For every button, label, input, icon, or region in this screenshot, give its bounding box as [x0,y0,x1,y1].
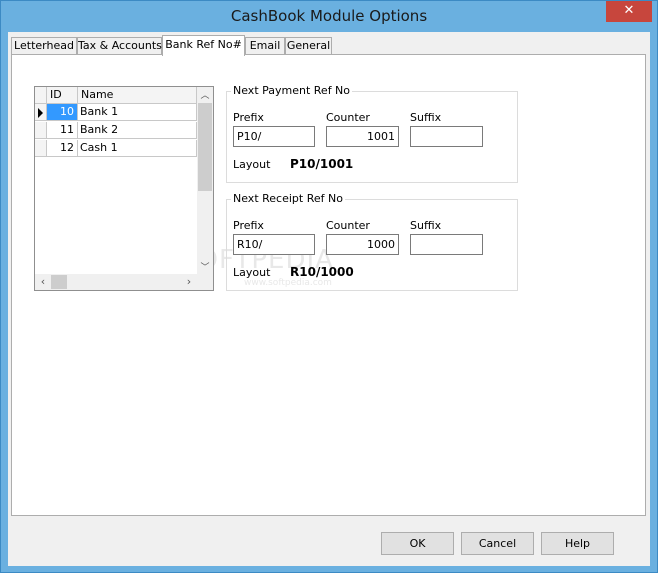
bank-ref-panel: SOFTPEDIA www.softpedia.com ID Name 10 B… [11,54,646,516]
receipt-ref-title: Next Receipt Ref No [231,192,345,205]
row-indicator [35,104,47,121]
cancel-button[interactable]: Cancel [461,532,534,555]
grid-corner [35,87,47,104]
current-row-arrow-icon [38,108,43,118]
horizontal-scrollbar[interactable]: ‹ › [35,274,213,290]
payment-prefix-label: Prefix [233,111,264,124]
payment-counter-input[interactable]: 1001 [326,126,399,147]
table-row[interactable]: 10 Bank 1 [35,104,197,122]
payment-suffix-input[interactable] [410,126,483,147]
scroll-left-icon[interactable]: ‹ [35,275,51,288]
close-button[interactable]: ✕ [606,1,652,22]
vertical-scrollbar[interactable]: ︿ ﹀ [197,87,213,274]
horizontal-scroll-thumb[interactable] [51,275,67,289]
grid-header: ID Name [35,87,197,105]
scroll-down-icon[interactable]: ﹀ [197,260,213,273]
tab-bank-ref-no[interactable]: Bank Ref No# [162,35,245,56]
payment-counter-label: Counter [326,111,370,124]
receipt-layout-label: Layout [233,266,271,279]
receipt-layout-value: R10/1000 [290,265,354,279]
receipt-counter-input[interactable]: 1000 [326,234,399,255]
table-row[interactable]: 12 Cash 1 [35,140,197,158]
cell-id[interactable]: 10 [47,104,78,121]
vertical-scroll-thumb[interactable] [198,103,212,191]
ok-button[interactable]: OK [381,532,454,555]
payment-layout-value: P10/1001 [290,157,354,171]
receipt-counter-label: Counter [326,219,370,232]
column-header-id[interactable]: ID [47,87,78,104]
window-title: CashBook Module Options [230,7,428,25]
tab-email[interactable]: Email [245,37,285,54]
scroll-up-icon[interactable]: ︿ [197,88,213,101]
payment-suffix-label: Suffix [410,111,442,124]
column-header-name[interactable]: Name [78,87,197,104]
scroll-right-icon[interactable]: › [181,275,197,288]
payment-layout-label: Layout [233,158,271,171]
receipt-suffix-input[interactable] [410,234,483,255]
cell-id[interactable]: 12 [47,140,78,157]
row-indicator [35,140,47,157]
tab-general[interactable]: General [285,37,332,54]
receipt-prefix-input[interactable]: R10/ [233,234,315,255]
bank-grid[interactable]: ID Name 10 Bank 1 11 Bank 2 12 Cash 1 ︿ … [34,86,214,291]
cell-name[interactable]: Bank 1 [78,104,197,121]
table-row[interactable]: 11 Bank 2 [35,122,197,140]
cell-name[interactable]: Cash 1 [78,140,197,157]
cell-id[interactable]: 11 [47,122,78,139]
options-window: CashBook Module Options ✕ Letterhead Tax… [0,0,658,573]
payment-ref-group: Next Payment Ref No Prefix Counter Suffi… [226,84,518,183]
tab-letterhead[interactable]: Letterhead [11,37,77,54]
close-icon: ✕ [623,3,635,18]
payment-prefix-input[interactable]: P10/ [233,126,315,147]
payment-ref-title: Next Payment Ref No [231,84,353,97]
receipt-prefix-label: Prefix [233,219,264,232]
receipt-suffix-label: Suffix [410,219,442,232]
row-indicator [35,122,47,139]
help-button[interactable]: Help [541,532,614,555]
tab-tax-accounts[interactable]: Tax & Accounts [77,37,162,54]
dialog-client-area: Letterhead Tax & Accounts Bank Ref No# E… [8,32,650,566]
cell-name[interactable]: Bank 2 [78,122,197,139]
title-bar[interactable]: CashBook Module Options ✕ [1,1,657,32]
receipt-ref-group: Next Receipt Ref No Prefix Counter Suffi… [226,192,518,291]
